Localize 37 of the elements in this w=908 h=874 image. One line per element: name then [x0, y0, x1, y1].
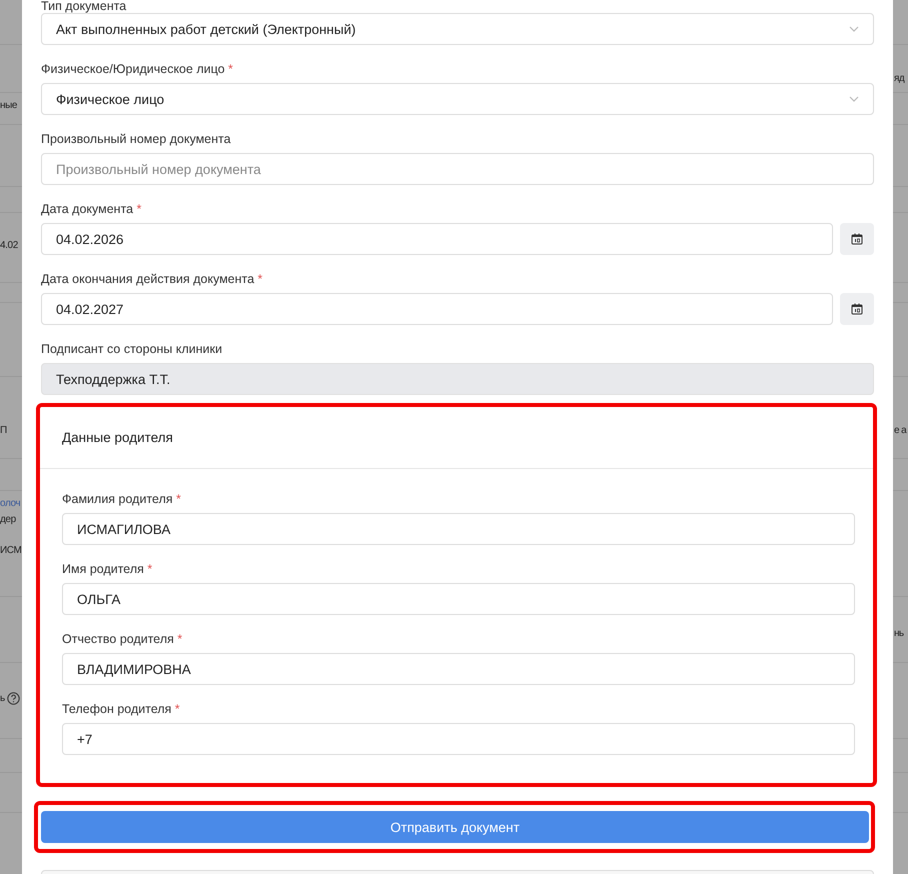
field-label: Физическое/Юридическое лицо *	[41, 61, 234, 77]
chevron-down-icon	[849, 26, 859, 32]
calendar-button[interactable]	[840, 293, 874, 325]
select-field[interactable]: Акт выполненных работ детский (Электронный)	[41, 13, 874, 45]
date-field[interactable]: 04.02.2026	[41, 223, 833, 255]
calendar-icon	[851, 303, 863, 315]
text-field[interactable]: ОЛЬГА	[62, 583, 855, 615]
field-label: Фамилия родителя *	[62, 491, 182, 507]
background-text: дер	[0, 514, 16, 525]
background-text: нь	[894, 628, 904, 639]
chevron-down-icon	[849, 96, 859, 102]
background-text: ИСМ	[0, 545, 22, 556]
text-field[interactable]: ВЛАДИМИРОВНА	[62, 653, 855, 685]
field-label: Тип документа	[41, 0, 128, 12]
background-text: е а	[894, 425, 906, 436]
field-label: Подписант со стороны клиники	[41, 341, 224, 357]
field-label: Имя родителя *	[62, 561, 154, 577]
field-label: Телефон родителя *	[62, 701, 181, 717]
field-label: Отчество родителя *	[62, 631, 184, 647]
field-label: Дата окончания действия документа *	[41, 271, 264, 287]
field-label: Произвольный номер документа	[41, 131, 232, 147]
calendar-icon	[851, 233, 863, 245]
background-text: ь	[0, 693, 5, 704]
text-field[interactable]: +7	[62, 723, 855, 755]
section-title: Данные родителя	[62, 430, 173, 445]
help-icon	[6, 692, 20, 705]
text-field[interactable]: Произвольный номер документа	[41, 153, 874, 185]
readonly-field: Техподдержка Т.Т.	[41, 363, 874, 395]
background-text: яд	[894, 73, 904, 84]
background-text: 4.02	[0, 240, 18, 251]
field-label: Дата документа *	[41, 201, 142, 217]
select-field[interactable]: Физическое лицо	[41, 83, 874, 115]
date-field[interactable]: 04.02.2027	[41, 293, 833, 325]
text-field[interactable]: ИСМАГИЛОВА	[62, 513, 855, 545]
background-text: П	[0, 425, 7, 436]
calendar-button[interactable]	[840, 223, 874, 255]
background-text: ные	[0, 100, 18, 111]
